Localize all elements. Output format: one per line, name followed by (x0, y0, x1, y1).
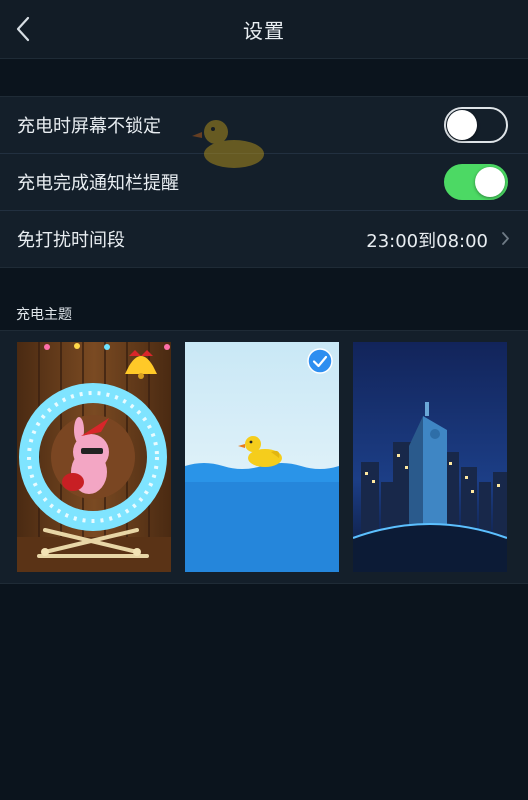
chevron-right-icon (502, 232, 509, 245)
city-night-thumbnail (353, 342, 507, 572)
theme-card-duck-water[interactable] (185, 342, 339, 572)
themes-panel (0, 330, 528, 584)
setting-row-do-not-disturb[interactable]: 免打扰时间段 23:00到08:00 (0, 211, 528, 267)
setting-label: 充电完成通知栏提醒 (17, 173, 179, 194)
duck-watermark-icon (192, 120, 264, 168)
header-bar: 设置 (0, 0, 528, 59)
theme-card-bunny-wheel[interactable] (17, 342, 171, 572)
themes-section-label: 充电主题 (16, 307, 72, 323)
screen-no-lock-toggle[interactable] (444, 107, 508, 143)
toggle-knob (475, 167, 505, 197)
selected-check-icon (307, 348, 333, 374)
theme-card-city-night[interactable] (353, 342, 507, 572)
duck-water-thumbnail (185, 342, 339, 572)
setting-label: 充电时屏幕不锁定 (17, 116, 161, 137)
page-title: 设置 (243, 19, 285, 43)
setting-label: 免打扰时间段 (17, 230, 125, 251)
bunny-wheel-thumbnail (17, 342, 171, 572)
charge-complete-notify-toggle[interactable] (444, 164, 508, 200)
dnd-time-range: 23:00到08:00 (366, 231, 488, 252)
toggle-knob (447, 110, 477, 140)
